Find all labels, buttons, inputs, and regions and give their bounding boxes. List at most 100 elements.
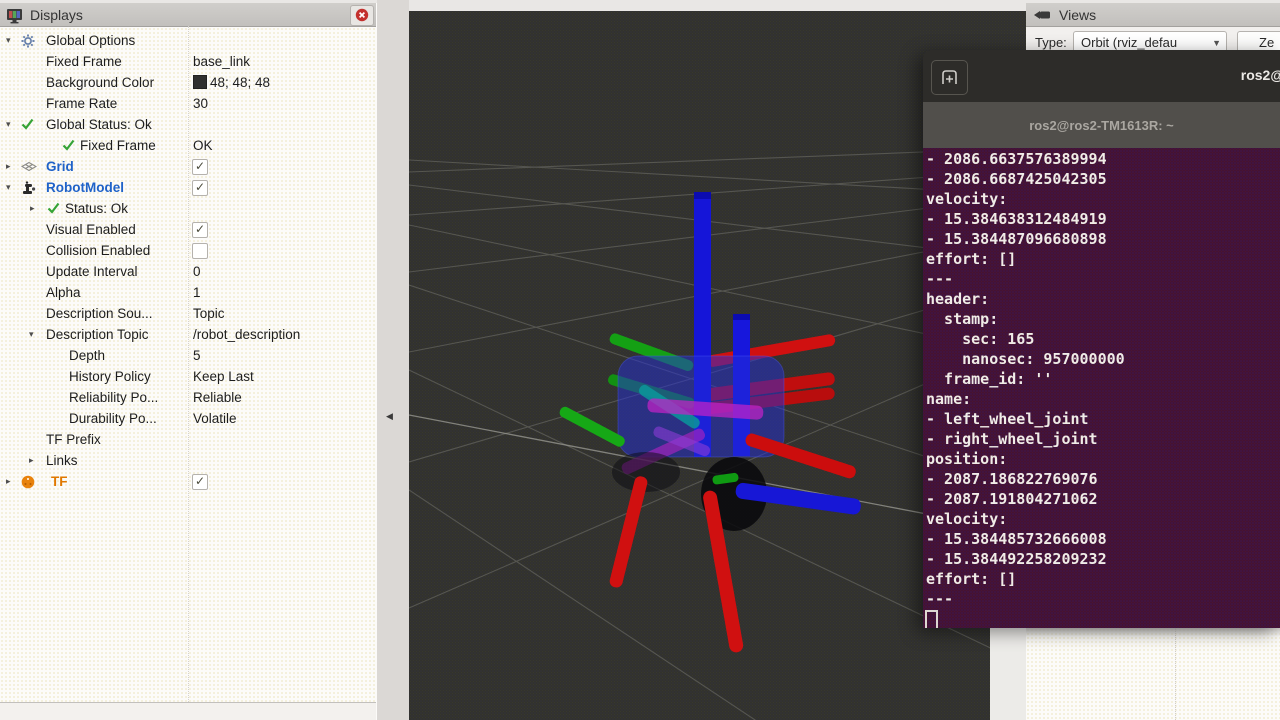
display-row-description-topic[interactable]: ▾ Description Topic/robot_description xyxy=(0,325,376,346)
property-label: Depth xyxy=(69,348,105,363)
property-label: Grid xyxy=(46,159,74,174)
views-panel-header[interactable]: Views xyxy=(1026,3,1280,27)
property-label: Description Topic xyxy=(46,327,149,342)
panel-splitter[interactable] xyxy=(377,0,409,720)
check-icon xyxy=(62,139,75,154)
terminal-line: effort: [] xyxy=(926,249,1016,269)
property-label: Alpha xyxy=(46,285,81,300)
terminal-line: frame_id: '' xyxy=(926,369,1052,389)
property-value[interactable]: base_link xyxy=(193,54,250,69)
property-label: Durability Po... xyxy=(69,411,157,426)
property-label: Global Options xyxy=(46,33,135,48)
display-row-durability-policy[interactable]: Durability Po... Volatile xyxy=(0,409,376,430)
view-type-label: Type: xyxy=(1035,35,1067,50)
property-label: Frame Rate xyxy=(46,96,117,111)
view-type-value: Orbit (rviz_defau xyxy=(1081,35,1177,50)
enabled-checkbox[interactable]: ✓ xyxy=(192,222,208,238)
close-displays-button[interactable] xyxy=(350,5,374,26)
display-row-links[interactable]: ▸Links xyxy=(0,451,376,472)
expander-open-icon[interactable]: ▾ xyxy=(29,329,39,339)
terminal-cursor xyxy=(925,610,938,628)
property-label: Update Interval xyxy=(46,264,138,279)
terminal-line: effort: [] xyxy=(926,569,1016,589)
property-value[interactable]: 30 xyxy=(193,96,208,111)
expander-closed-icon[interactable]: ▸ xyxy=(6,476,16,486)
property-label: RobotModel xyxy=(46,180,124,195)
display-row-fixed-frame[interactable]: Fixed Framebase_link xyxy=(0,52,376,73)
property-label: Global Status: Ok xyxy=(46,117,152,132)
property-value[interactable]: 0 xyxy=(193,264,201,279)
expander-closed-icon[interactable]: ▸ xyxy=(30,203,40,213)
property-label: Fixed Frame xyxy=(80,138,156,153)
check-icon xyxy=(47,202,60,217)
display-row-tf-prefix[interactable]: TF Prefix xyxy=(0,430,376,451)
property-label: TF xyxy=(51,474,68,489)
display-row-history-policy[interactable]: History PolicyKeep Last xyxy=(0,367,376,388)
display-row-tf[interactable]: ▸ TF ✓ xyxy=(0,472,376,493)
panel-collapse-arrow-icon[interactable]: ◀ xyxy=(386,411,396,425)
display-row-robot-model[interactable]: ▾ RobotModel ✓ xyxy=(0,178,376,199)
terminal-line: name: xyxy=(926,389,971,409)
expander-open-icon[interactable]: ▾ xyxy=(6,119,16,129)
robot-icon xyxy=(21,181,36,198)
displays-panel-header[interactable]: Displays xyxy=(0,3,376,27)
property-value[interactable]: 1 xyxy=(193,285,201,300)
display-row-fixed-frame-status[interactable]: Fixed Frame OK xyxy=(0,136,376,157)
display-row-grid[interactable]: ▸ Grid ✓ xyxy=(0,157,376,178)
property-label: Description Sou... xyxy=(46,306,153,321)
display-row-depth[interactable]: Depth 5 xyxy=(0,346,376,367)
terminal-line: - 15.384485732666008 xyxy=(926,529,1107,549)
property-value[interactable]: Topic xyxy=(193,306,225,321)
display-row-global-status[interactable]: ▾ Global Status: Ok xyxy=(0,115,376,136)
terminal-tab-title: ros2@ros2-TM1613R: ~ xyxy=(1029,118,1174,133)
display-row-alpha[interactable]: Alpha 1 xyxy=(0,283,376,304)
terminal-window-title: ros2@ xyxy=(1241,67,1280,83)
display-row-reliability-policy[interactable]: Reliability Po... Reliable xyxy=(0,388,376,409)
displays-tree: ▾Global OptionsFixed Framebase_linkBackg… xyxy=(0,26,376,702)
property-value[interactable]: /robot_description xyxy=(193,327,300,342)
terminal-tab[interactable]: ros2@ros2-TM1613R: ~ xyxy=(923,102,1280,148)
right-panel-gutter xyxy=(990,628,1026,720)
enabled-checkbox[interactable]: ✓ xyxy=(192,180,208,196)
expander-closed-icon[interactable]: ▸ xyxy=(29,455,39,465)
property-label: Collision Enabled xyxy=(46,243,150,258)
terminal-line: velocity: xyxy=(926,509,1007,529)
expander-open-icon[interactable]: ▾ xyxy=(6,182,16,192)
terminal-window: ros2@ ros2@ros2-TM1613R: ~ - 2086.663757… xyxy=(923,50,1280,628)
property-value[interactable]: OK xyxy=(193,138,213,153)
property-value[interactable]: Reliable xyxy=(193,390,242,405)
property-value[interactable]: Keep Last xyxy=(193,369,254,384)
terminal-headerbar[interactable]: ros2@ xyxy=(923,50,1280,102)
terminal-output[interactable]: - 2086.6637576389994- 2086.6687425042305… xyxy=(923,148,1280,628)
views-panel-title: Views xyxy=(1059,7,1096,23)
display-row-collision-enabled[interactable]: Collision Enabled xyxy=(0,241,376,262)
display-row-update-interval[interactable]: Update Interval 0 xyxy=(0,262,376,283)
enabled-checkbox[interactable] xyxy=(192,243,208,259)
terminal-line: --- xyxy=(926,269,953,289)
terminal-line: - 2086.6687425042305 xyxy=(926,169,1107,189)
terminal-line: - 2087.191804271062 xyxy=(926,489,1098,509)
display-row-visual-enabled[interactable]: Visual Enabled✓ xyxy=(0,220,376,241)
display-row-frame-rate[interactable]: Frame Rate 30 xyxy=(0,94,376,115)
property-label: Reliability Po... xyxy=(69,390,158,405)
property-value[interactable]: Volatile xyxy=(193,411,237,426)
expander-open-icon[interactable]: ▾ xyxy=(6,35,16,45)
terminal-line: velocity: xyxy=(926,189,1007,209)
enabled-checkbox[interactable]: ✓ xyxy=(192,159,208,175)
display-row-background-color[interactable]: Background Color48; 48; 48 xyxy=(0,73,376,94)
views-list-column-divider[interactable] xyxy=(1175,628,1176,720)
display-row-description-source[interactable]: Description Sou... Topic xyxy=(0,304,376,325)
property-value[interactable]: 48; 48; 48 xyxy=(210,75,270,90)
display-row-global-options[interactable]: ▾ Global Options xyxy=(0,31,376,52)
expander-closed-icon[interactable]: ▸ xyxy=(6,161,16,171)
camera-icon xyxy=(1034,8,1052,24)
enabled-checkbox[interactable]: ✓ xyxy=(192,474,208,490)
terminal-line: - 15.384492258209232 xyxy=(926,549,1107,569)
terminal-line: - 15.384638312484919 xyxy=(926,209,1107,229)
property-value[interactable]: 5 xyxy=(193,348,201,363)
property-label: Status: Ok xyxy=(65,201,128,216)
display-row-status-ok[interactable]: ▸ Status: Ok xyxy=(0,199,376,220)
displays-panel-footer xyxy=(0,702,376,720)
new-tab-button[interactable] xyxy=(931,60,968,95)
displays-panel-title: Displays xyxy=(30,7,83,23)
